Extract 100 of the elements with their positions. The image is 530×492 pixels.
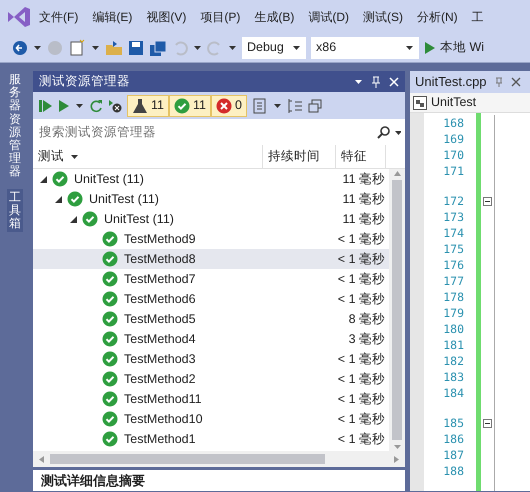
line-number: 171 [442,163,464,179]
line-number: 188 [442,463,464,479]
menu-item[interactable]: 项目(P) [193,8,248,26]
scroll-right-icon [392,454,401,464]
line-number: 180 [442,321,464,337]
caret-icon[interactable] [75,101,84,110]
run-all-icon[interactable] [39,98,53,112]
playlist-icon[interactable] [252,98,268,114]
hierarchy-icon[interactable] [286,98,303,114]
expanded-icon[interactable] [54,194,63,204]
line-number: 170 [442,147,464,163]
line-number: 168 [442,115,464,131]
count-filter-button[interactable]: 0 [210,94,247,116]
passed-icon [67,191,83,207]
flask-icon [132,98,148,114]
test-row[interactable]: TestMethod10 < 1 毫秒 [33,409,389,429]
test-row[interactable]: TestMethod5 8 毫秒 [33,309,389,329]
menu-item[interactable]: 生成(B) [247,8,302,26]
check-circle-icon [174,98,190,114]
play-icon [424,40,436,54]
scroll-thumb[interactable] [392,180,402,440]
windows-icon[interactable] [308,98,322,112]
caret-icon[interactable] [193,43,202,52]
configuration-dropdown[interactable]: Debug [242,36,306,58]
sort-caret-icon [70,152,79,161]
cancel-icon[interactable] [108,98,122,112]
test-row[interactable]: TestMethod7 < 1 毫秒 [33,269,389,289]
test-row[interactable]: TestMethod4 3 毫秒 [33,329,389,349]
test-row[interactable]: TestMethod3 < 1 毫秒 [33,349,389,369]
scroll-thumb[interactable] [50,454,325,464]
error-icon [216,98,232,114]
refresh-icon[interactable] [89,98,103,112]
play-icon[interactable] [58,98,70,112]
side-tab[interactable]: 工具箱 [7,188,23,232]
passed-icon [102,231,118,247]
caret-icon[interactable] [272,101,282,110]
test-row[interactable]: TestMethod11 < 1 毫秒 [33,389,389,409]
line-number: 181 [442,337,464,353]
line-number: 169 [442,131,464,147]
class-icon [413,96,427,110]
line-number: 173 [442,209,464,225]
collapse-icon[interactable] [483,418,492,428]
line-number: 176 [442,257,464,273]
passed-icon [82,211,98,227]
test-row[interactable]: TestMethod2 < 1 毫秒 [33,369,389,389]
line-number: 175 [442,241,464,257]
test-row[interactable]: UnitTest (11) 11 毫秒 [33,169,389,189]
test-row[interactable]: TestMethod6 < 1 毫秒 [33,289,389,309]
passed-icon [102,371,118,387]
menu-item[interactable]: 视图(V) [139,8,194,26]
line-number: 177 [442,273,464,289]
platform-dropdown[interactable]: x86 [311,36,419,58]
back-icon[interactable] [12,40,28,56]
passed-icon [102,431,118,447]
passed-icon [102,311,118,327]
expanded-icon[interactable] [69,214,78,224]
new-file-icon[interactable] [68,38,86,56]
save-all-icon[interactable] [149,40,167,56]
column-header[interactable]: 持续时间 [263,145,336,168]
line-number: 178 [442,289,464,305]
side-tab[interactable]: 服务器资源管理器 [7,71,23,180]
line-number: 182 [442,353,464,369]
search-icon[interactable] [377,126,390,138]
menu-item[interactable]: 文件(F) [32,8,86,26]
menu-item[interactable]: 分析(N) [410,8,465,26]
caret-icon[interactable] [354,77,363,86]
count-filter-button[interactable]: 11 [127,94,169,116]
menu-item[interactable]: 测试(S) [356,8,410,26]
line-number: 183 [442,369,464,385]
column-header[interactable]: 特征 [336,145,386,168]
menu-item[interactable]: 工 [464,8,491,26]
passed-icon [102,251,118,267]
caret-icon[interactable] [91,43,100,52]
app-logo-icon [6,4,32,28]
collapse-icon[interactable] [483,196,492,206]
caret-icon [405,43,414,52]
column-header[interactable]: 测试 [33,145,263,168]
passed-icon [102,291,118,307]
horizontal-scrollbar[interactable] [33,451,405,467]
count-filter-button[interactable]: 11 [168,94,211,116]
scroll-left-icon [37,454,46,464]
passed-icon [102,391,118,407]
caret-icon[interactable] [33,43,42,52]
passed-icon [102,331,118,347]
close-icon[interactable] [510,77,521,87]
test-row[interactable]: UnitTest (11) 11 毫秒 [33,189,389,209]
save-icon[interactable] [128,40,144,56]
menu-item[interactable]: 调试(D) [301,8,356,26]
menu-item[interactable]: 编辑(E) [85,8,140,26]
caret-icon[interactable] [228,43,237,52]
run-button[interactable]: 本地 Wi [424,38,484,57]
line-number: 186 [442,431,464,447]
folder-icon[interactable] [105,40,123,56]
test-row[interactable]: UnitTest (11) 11 毫秒 [33,209,389,229]
vertical-scrollbar[interactable] [389,169,405,451]
test-row[interactable]: TestMethod9 < 1 毫秒 [33,229,389,249]
line-number: 187 [442,447,464,463]
expanded-icon[interactable] [39,174,48,184]
test-row[interactable]: TestMethod8 < 1 毫秒 [33,249,389,269]
test-row[interactable]: TestMethod1 < 1 毫秒 [33,429,389,449]
